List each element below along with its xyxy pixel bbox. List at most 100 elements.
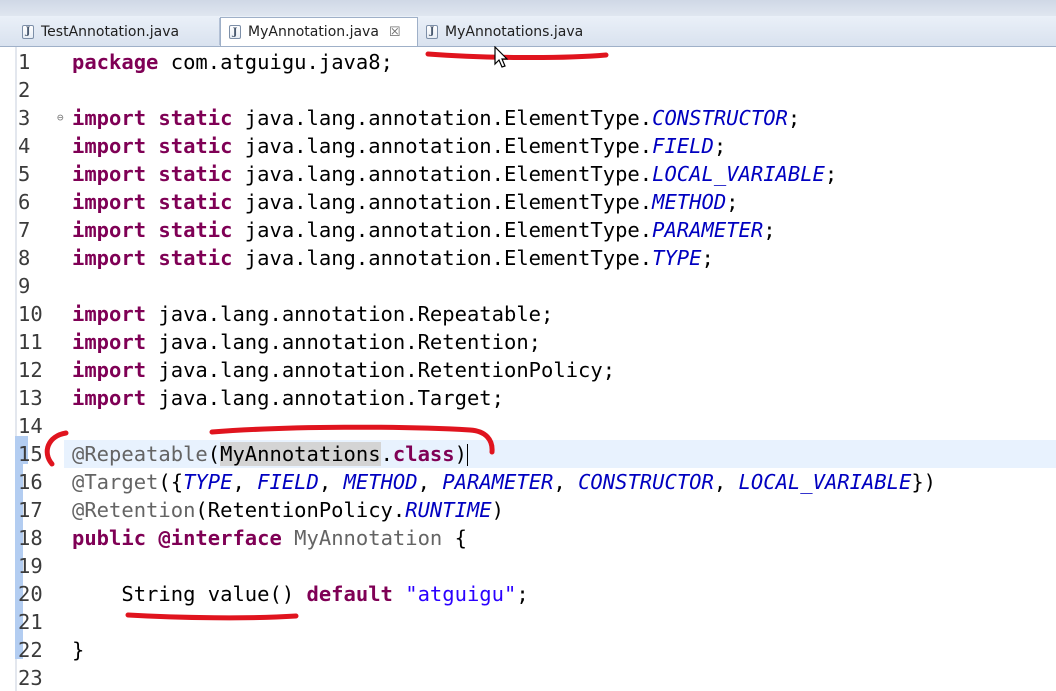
code-token-kw: static: [158, 246, 233, 270]
line-number: 23: [18, 666, 43, 690]
code-token-pl: ): [491, 498, 504, 522]
code-line[interactable]: 21: [0, 608, 1056, 636]
code-line[interactable]: 16 @Target({TYPE, FIELD, METHOD, PARAMETE…: [0, 468, 1056, 496]
code-token-const: LOCAL_VARIABLE: [738, 470, 912, 494]
line-number: 14: [18, 414, 43, 438]
code-token-pl: java.lang.annotation.ElementType.: [232, 246, 653, 270]
code-token-anno: @Repeatable: [72, 442, 208, 466]
eclipse-editor-window: J TestAnnotation.java J MyAnnotation.jav…: [0, 0, 1056, 691]
line-number: 5: [18, 162, 31, 186]
code-token-kw: import: [72, 190, 147, 214]
code-text: @Repeatable(MyAnnotations.class): [72, 440, 468, 468]
code-token-pl: (RetentionPolicy.: [195, 498, 406, 522]
tab-testannotation[interactable]: J TestAnnotation.java: [14, 18, 220, 45]
code-token-pl: ;: [787, 106, 801, 130]
code-token-kw: class: [392, 442, 455, 466]
code-text: }: [72, 636, 84, 664]
code-token-kw: import: [72, 106, 147, 130]
code-token-pl: com.atguigu.java8;: [158, 50, 393, 74]
code-token-kw: default: [306, 582, 393, 606]
code-token-pl: ;: [763, 218, 776, 242]
line-number: 3: [18, 106, 31, 130]
code-token-const: PARAMETER: [442, 470, 554, 494]
code-token-kw: import: [72, 330, 147, 354]
code-line[interactable]: 8 import static java.lang.annotation.Elem…: [0, 244, 1056, 272]
java-file-icon: J: [229, 25, 241, 39]
code-line[interactable]: 10 import java.lang.annotation.Repeatable…: [0, 300, 1056, 328]
code-text: import static java.lang.annotation.Eleme…: [72, 132, 726, 160]
code-line[interactable]: 9: [0, 272, 1056, 300]
code-line[interactable]: 1 package com.atguigu.java8;: [0, 48, 1056, 76]
tab-label: MyAnnotation.java: [248, 24, 379, 40]
code-line[interactable]: 13 import java.lang.annotation.Target;: [0, 384, 1056, 412]
code-token-kw: import: [72, 386, 147, 410]
code-token-anno: @Retention: [72, 498, 196, 522]
code-token-const: CONSTRUCTOR: [578, 470, 714, 494]
line-number: 1: [18, 50, 31, 74]
code-text: @Target({TYPE, FIELD, METHOD, PARAMETER,…: [72, 468, 936, 496]
code-line[interactable]: 5 import static java.lang.annotation.Elem…: [0, 160, 1056, 188]
code-token-pl: }: [72, 638, 85, 662]
code-token-kw: import: [72, 358, 147, 382]
code-text: import static java.lang.annotation.Eleme…: [72, 188, 739, 216]
code-token-const: TYPE: [652, 246, 702, 270]
code-line[interactable]: 23: [0, 664, 1056, 691]
code-line[interactable]: 6 import static java.lang.annotation.Elem…: [0, 188, 1056, 216]
code-line[interactable]: 7 import static java.lang.annotation.Elem…: [0, 216, 1056, 244]
editor-tab-bar: J TestAnnotation.java J MyAnnotation.jav…: [0, 16, 1056, 47]
code-token-anno: @Target: [72, 470, 159, 494]
code-line[interactable]: 3 ⊖ import static java.lang.annotation.Ele…: [0, 104, 1056, 132]
code-line[interactable]: 4 import static java.lang.annotation.Elem…: [0, 132, 1056, 160]
code-token-pl: java.lang.annotation.ElementType.: [232, 190, 653, 214]
code-token-str: "atguigu": [405, 582, 517, 606]
line-number: 18: [18, 526, 43, 550]
code-token-pl: ({: [158, 470, 184, 494]
code-line[interactable]: 18 public @interface MyAnnotation {: [0, 524, 1056, 552]
code-token-pl: (: [207, 442, 221, 466]
code-token-kw: static: [158, 162, 233, 186]
code-line[interactable]: 14: [0, 412, 1056, 440]
code-token-kw: import: [72, 302, 147, 326]
code-line[interactable]: 12 import java.lang.annotation.RetentionP…: [0, 356, 1056, 384]
code-token-pl: .: [380, 442, 393, 466]
code-token-const: PARAMETER: [652, 218, 764, 242]
text-caret: [466, 444, 468, 466]
code-text: public @interface MyAnnotation {: [72, 524, 467, 552]
line-number: 6: [18, 190, 31, 214]
line-number: 10: [18, 302, 43, 326]
code-line[interactable]: 20 String value() default "atguigu";: [0, 580, 1056, 608]
code-token-pl: ): [454, 442, 467, 466]
code-text: import java.lang.annotation.Repeatable;: [72, 300, 553, 328]
code-token-const: METHOD: [343, 470, 418, 494]
code-token-pl: ,: [318, 470, 344, 494]
code-token-const: FIELD: [257, 470, 319, 494]
fold-toggle-icon[interactable]: ⊖: [57, 104, 64, 132]
code-token-pl: java.lang.annotation.ElementType.: [232, 162, 653, 186]
code-token-pl: ,: [713, 470, 739, 494]
code-token-pl: ,: [553, 470, 579, 494]
code-line[interactable]: 19: [0, 552, 1056, 580]
code-line[interactable]: 22}: [0, 636, 1056, 664]
code-token-const: CONSTRUCTOR: [652, 106, 788, 130]
tab-myannotations[interactable]: J MyAnnotations.java: [418, 18, 606, 45]
close-icon[interactable]: ☒: [389, 25, 401, 40]
code-line[interactable]: 15 @Repeatable(MyAnnotations.class): [0, 440, 1056, 468]
code-editor[interactable]: 1 package com.atguigu.java8; 2 3 ⊖ import sta…: [0, 47, 1056, 691]
code-line[interactable]: 2: [0, 76, 1056, 104]
code-token-kw: import: [72, 162, 147, 186]
code-line[interactable]: 17 @Retention(RetentionPolicy.RUNTIME): [0, 496, 1056, 524]
code-token-kw: package: [72, 50, 159, 74]
tab-myannotation[interactable]: J MyAnnotation.java ☒: [220, 17, 418, 46]
code-token-hl: MyAnnotations: [220, 442, 381, 466]
line-number: 20: [18, 582, 43, 606]
code-line[interactable]: 11 import java.lang.annotation.Retention;: [0, 328, 1056, 356]
code-text: import static java.lang.annotation.Eleme…: [72, 160, 837, 188]
line-number: 8: [18, 246, 31, 270]
code-text: import static java.lang.annotation.Eleme…: [72, 244, 714, 272]
